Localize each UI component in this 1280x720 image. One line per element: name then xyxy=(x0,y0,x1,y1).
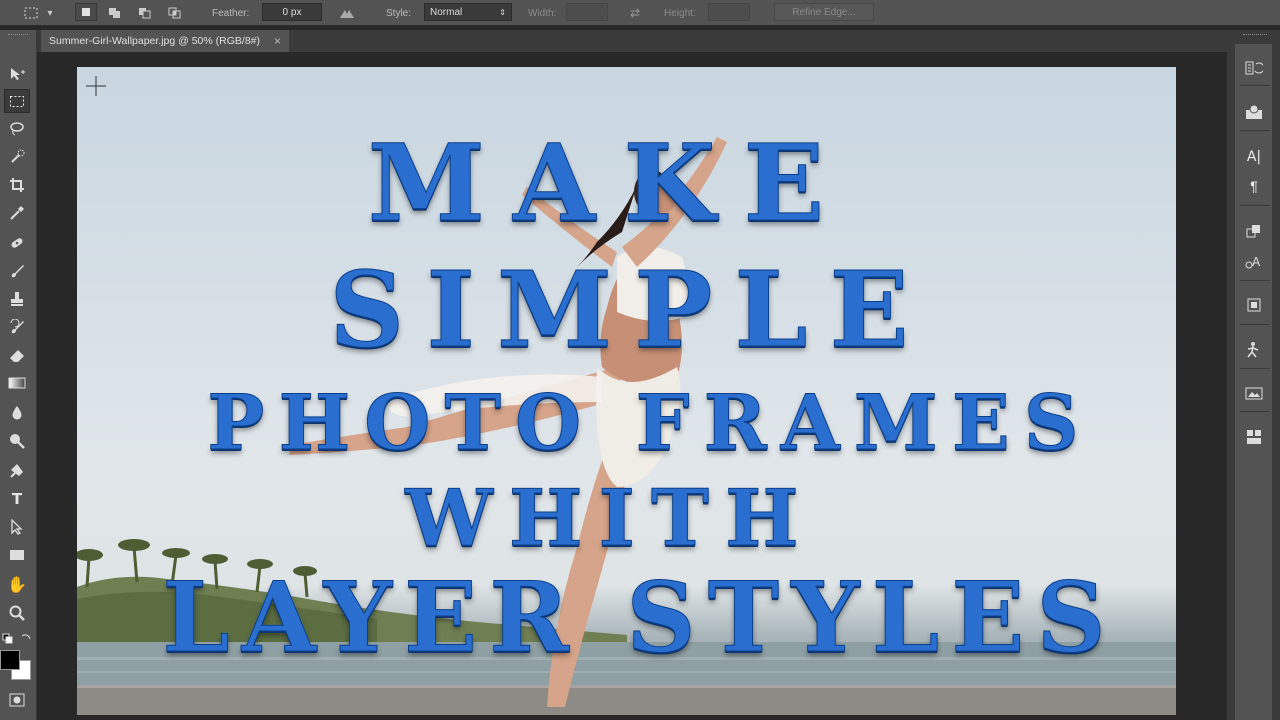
document-tab[interactable]: Summer-Girl-Wallpaper.jpg @ 50% (RGB/8#)… xyxy=(41,30,290,52)
transform-icon[interactable] xyxy=(1240,292,1268,318)
anti-alias-icon[interactable] xyxy=(336,3,358,23)
style-select-value: Normal xyxy=(430,6,463,18)
foreground-color-swatch[interactable] xyxy=(0,650,20,670)
subtract-selection-button[interactable] xyxy=(134,3,156,23)
chevron-updown-icon: ⇕ xyxy=(499,7,506,17)
history-icon[interactable] xyxy=(1240,55,1268,81)
title-line-whith: WHITH xyxy=(405,473,815,564)
title-line-layer-styles: LAYER STYLES xyxy=(162,561,1118,674)
style-select[interactable]: Normal ⇕ xyxy=(424,3,512,21)
close-icon[interactable]: × xyxy=(274,34,281,48)
dock-grip[interactable] xyxy=(1243,34,1267,36)
properties-icon[interactable] xyxy=(1240,99,1268,125)
new-selection-button[interactable] xyxy=(75,3,97,21)
layer-comps-icon[interactable] xyxy=(1240,380,1268,406)
paragraph-icon[interactable]: ¶ xyxy=(1240,173,1268,199)
title-line-photo-frames: PHOTO FRAMES xyxy=(207,378,1093,467)
marquee-icon[interactable] xyxy=(4,89,30,113)
title-line-make: MAKE xyxy=(367,120,853,245)
preset-dropdown-icon[interactable]: ▾ xyxy=(44,3,56,23)
height-input[interactable] xyxy=(708,3,750,21)
feather-input[interactable]: 0 px xyxy=(262,3,322,21)
character-icon[interactable]: A| xyxy=(1240,144,1268,170)
style-label: Style: xyxy=(386,7,412,19)
add-selection-button[interactable] xyxy=(104,3,126,23)
width-label: Width: xyxy=(528,7,557,19)
actions-icon[interactable] xyxy=(1240,337,1268,363)
swap-icon[interactable]: ⇄ xyxy=(624,3,646,23)
clone-source-icon[interactable] xyxy=(1240,218,1268,244)
character-styles-icon[interactable]: A xyxy=(1240,249,1268,275)
intersect-selection-button[interactable] xyxy=(164,3,186,23)
svg-text:A: A xyxy=(1252,255,1261,269)
marquee-preset-icon[interactable] xyxy=(20,3,42,23)
width-input[interactable] xyxy=(566,3,608,21)
height-label: Height: xyxy=(664,7,696,19)
refine-edge-button[interactable]: Refine Edge... xyxy=(774,3,874,21)
document-tab-bar: Summer-Girl-Wallpaper.jpg @ 50% (RGB/8#)… xyxy=(37,30,1227,52)
panel-grip[interactable] xyxy=(8,34,28,36)
quick-mask-icon[interactable] xyxy=(4,688,30,712)
crosshair-cursor-icon xyxy=(86,76,106,96)
title-line-simple: SIMPLE xyxy=(329,248,931,371)
options-bar: ▾ Feather: 0 px Style: Normal ⇕ Width: ⇄… xyxy=(0,0,1280,26)
feather-label: Feather: xyxy=(212,7,250,19)
layers-icon[interactable] xyxy=(1240,424,1268,450)
move-icon[interactable] xyxy=(4,62,30,86)
document-tab-title: Summer-Girl-Wallpaper.jpg @ 50% (RGB/8#) xyxy=(49,35,260,47)
